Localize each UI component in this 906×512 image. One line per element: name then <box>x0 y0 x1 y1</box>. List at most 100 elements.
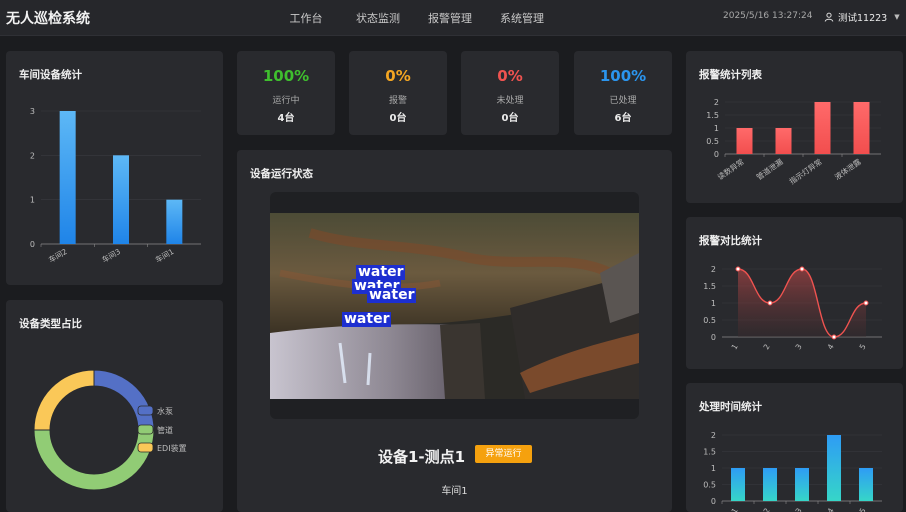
ht-chart-y-tick-label: 1.5 <box>703 448 716 457</box>
user-icon <box>824 12 834 22</box>
nav-alarm-management[interactable]: 报警管理 <box>414 10 486 26</box>
alarm-area-chart: 0 0.5 1 1.5 2 1 2 3 4 5 <box>703 265 882 351</box>
caret-down-icon: ▼ <box>894 13 900 21</box>
ac-chart-point <box>863 300 869 306</box>
legend-label: 管道 <box>157 425 173 435</box>
ac-chart-y-tick-label: 0.5 <box>703 316 716 325</box>
ring-slice <box>33 429 155 491</box>
nav-workbench[interactable]: 工作台 <box>270 10 342 26</box>
ht-chart-bar <box>731 468 745 501</box>
ws-chart-bar <box>166 199 183 244</box>
device-type-ring-chart: 水泵管道 EDI装置 <box>33 369 187 491</box>
ws-chart-x-tick-label: 车间3 <box>100 246 122 265</box>
ws-chart-x-tick-label: 车间1 <box>153 246 175 265</box>
alarm-bar-chart: 0 0.5 1 1.5 2 读数异常 管道泄漏 指示灯异常 液体泄露 <box>706 98 881 186</box>
ac-chart-y-tick-label: 2 <box>711 265 716 274</box>
ht-chart-y-tick-label: 1 <box>711 464 716 473</box>
al-chart-y-tick-label: 1.5 <box>706 111 719 120</box>
al-chart-x-tick-label: 液体泄露 <box>832 156 863 182</box>
stat-label: 已处理 <box>609 96 637 106</box>
ht-chart-x-tick-label: 1 <box>730 506 740 512</box>
ac-chart-x-tick-label: 1 <box>730 342 740 351</box>
card-title: 设备运行状态 <box>250 168 313 180</box>
user-name: 测试11223 <box>838 13 888 24</box>
ws-chart-x-tick-label: 车间2 <box>47 246 69 265</box>
ws-chart-y-tick-label: 1 <box>30 196 35 205</box>
ht-chart-bar <box>763 468 777 501</box>
stat-percent: 0% <box>497 67 523 85</box>
workshop-stats-card: 车间设备统计 0 1 2 3 车间2 车间3 车间1 <box>6 51 223 285</box>
stat-processed: 100% 已处理 6台 <box>574 51 672 135</box>
stat-percent: 100% <box>262 67 310 85</box>
pipe-scene-image <box>270 213 639 399</box>
stat-label: 报警 <box>388 96 407 106</box>
ac-chart-point <box>831 334 837 340</box>
ws-chart-bar <box>113 155 129 244</box>
app-title: 无人巡检系统 <box>6 11 90 27</box>
device-name: 设备1-测点1 <box>378 448 466 466</box>
nav-system-management[interactable]: 系统管理 <box>486 10 558 26</box>
legend-swatch <box>137 424 154 435</box>
al-chart-y-tick-label: 1 <box>714 124 719 133</box>
ht-chart-x-tick-label: 4 <box>826 506 836 512</box>
ac-chart-y-tick-label: 1 <box>711 299 716 308</box>
stat-count: 0台 <box>389 113 407 124</box>
al-chart-bar <box>736 128 753 154</box>
ring-slice <box>93 369 155 431</box>
stat-count: 6台 <box>614 113 632 124</box>
ac-chart-y-tick-label: 1.5 <box>703 282 716 291</box>
ac-chart-point <box>799 266 805 272</box>
legend-swatch <box>137 442 154 453</box>
status-badge[interactable]: 异常运行 <box>475 445 532 463</box>
top-bar: 无人巡检系统 工作台 状态监测 报警管理 系统管理 2025/5/16 13:2… <box>0 0 906 36</box>
al-chart-x-tick-label: 管道泄漏 <box>754 156 785 182</box>
ac-chart-point <box>735 266 741 272</box>
ac-chart-y-tick-label: 0 <box>711 333 716 342</box>
camera-view[interactable]: water water water water <box>270 192 639 419</box>
al-chart-y-tick-label: 0.5 <box>706 137 719 146</box>
ht-chart-bar <box>827 435 841 501</box>
al-chart-y-tick-label: 0 <box>714 150 719 159</box>
al-chart-bar <box>814 102 831 154</box>
stat-label: 运行中 <box>272 96 300 106</box>
al-chart-x-tick-label: 读数异常 <box>715 156 745 181</box>
ws-chart-y-tick-label: 2 <box>30 151 35 160</box>
ac-chart-x-tick-label: 2 <box>762 342 772 351</box>
stat-label: 未处理 <box>496 96 524 106</box>
ws-chart-y-tick-label: 0 <box>30 240 35 249</box>
nav-status-monitor[interactable]: 状态监测 <box>342 10 414 26</box>
legend-label: EDI装置 <box>157 443 187 453</box>
stat-count: 0台 <box>501 113 519 124</box>
ht-chart-bar <box>795 468 809 501</box>
ring-slice <box>33 369 95 431</box>
ws-chart-y-tick-label: 3 <box>30 107 35 116</box>
device-type-card: 设备类型占比 水泵 管道 EDI装置 <box>6 300 223 512</box>
ht-chart-y-tick-label: 0.5 <box>703 481 716 490</box>
camera-image: water water water water <box>270 213 639 399</box>
ht-chart-x-tick-label: 2 <box>762 506 772 512</box>
main-nav: 工作台 状态监测 报警管理 系统管理 <box>270 10 558 26</box>
ac-chart-x-tick-label: 5 <box>858 342 868 351</box>
al-chart-y-tick-label: 2 <box>714 98 719 107</box>
stat-alarm: 0% 报警 0台 <box>349 51 447 135</box>
al-chart-bar <box>853 102 870 154</box>
al-chart-bar <box>775 128 792 154</box>
workshop-bar-chart: 0 1 2 3 车间2 车间3 车间1 <box>30 107 201 265</box>
ht-chart-bar <box>859 468 873 501</box>
stat-running: 100% 运行中 4台 <box>237 51 335 135</box>
ac-chart-x-tick-label: 4 <box>826 342 836 351</box>
alarm-compare-card: 报警对比统计 0 0.5 1 1.5 2 1 2 3 4 5 <box>686 217 903 369</box>
legend-swatch <box>137 405 154 416</box>
user-menu[interactable]: 测试11223 ▼ <box>824 10 900 24</box>
ht-chart-x-tick-label: 5 <box>858 506 868 512</box>
alarm-list-card: 报警统计列表 0 0.5 1 1.5 2 读数异常 管道泄漏 指示灯异常 液体泄露 <box>686 51 903 203</box>
stat-count: 4台 <box>277 113 295 124</box>
handle-time-bar-chart: 0 0.5 1 1.5 2 1 2 3 4 5 <box>703 431 882 512</box>
ht-chart-x-tick-label: 3 <box>794 506 804 512</box>
ht-chart-y-tick-label: 0 <box>711 497 716 506</box>
ws-chart-bar <box>59 111 76 244</box>
stat-unprocessed: 0% 未处理 0台 <box>461 51 559 135</box>
al-chart-x-tick-label: 指示灯异常 <box>787 156 823 186</box>
detection-label: water <box>367 287 417 303</box>
handle-time-card: 处理时间统计 0 0.5 1 1.5 2 1 2 3 4 5 <box>686 383 903 512</box>
